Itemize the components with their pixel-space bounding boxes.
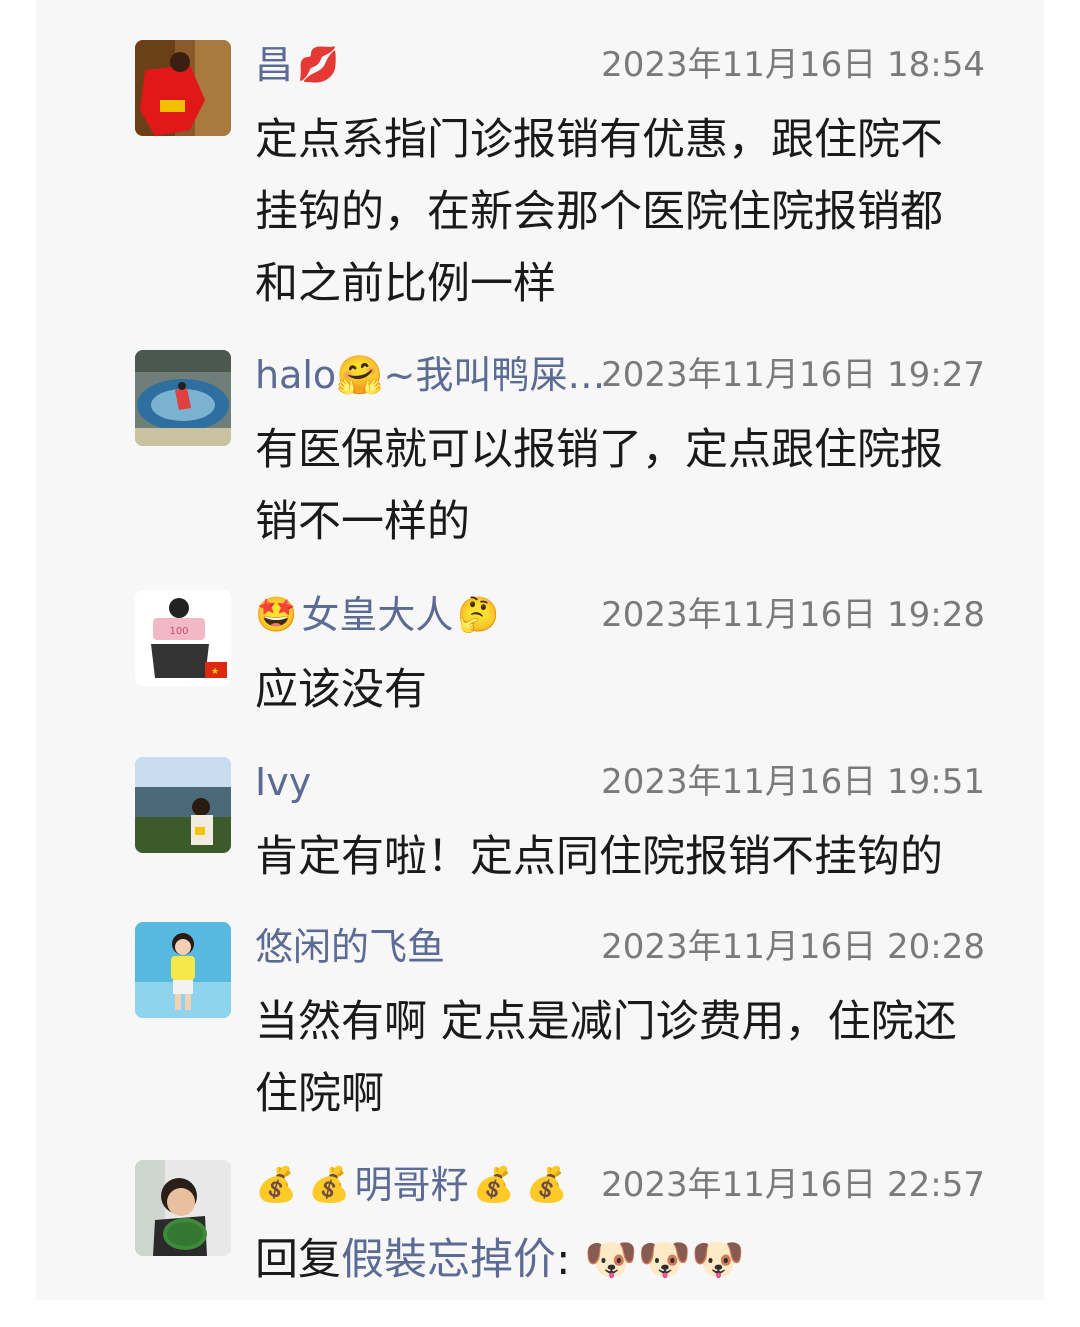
user-name[interactable]: halo🤗~我叫鸭屎…: [255, 350, 605, 400]
money-bag-icon: 💰 💰: [472, 1165, 568, 1205]
comment-item: 💰 💰 明哥籽 💰 💰 2023年11月16日 22:57 回复假裝忘掉价: 🐶…: [135, 1160, 985, 1290]
timestamp: 2023年11月16日 19:27: [601, 355, 985, 395]
doge-icon: 🐶🐶🐶: [584, 1235, 745, 1285]
comment-item: 昌 💋 2023年11月16日 18:54 定点系指门诊报销有优惠，跟住院不挂钩…: [135, 40, 985, 310]
money-bag-icon: 💰 💰: [255, 1165, 351, 1205]
user-name[interactable]: Ivy: [255, 757, 311, 807]
reply-colon: :: [556, 1235, 571, 1285]
user-name[interactable]: 💰 💰 明哥籽 💰 💰: [255, 1160, 568, 1210]
timestamp: 2023年11月16日 22:57: [601, 1165, 985, 1205]
avatar[interactable]: [135, 922, 231, 1018]
avatar[interactable]: [135, 40, 231, 136]
timestamp: 2023年11月16日 18:54: [601, 45, 985, 85]
avatar[interactable]: [135, 1160, 231, 1256]
user-name[interactable]: 🤩 女皇大人 🤔: [255, 590, 500, 640]
avatar[interactable]: [135, 350, 231, 446]
timestamp: 2023年11月16日 20:28: [601, 927, 985, 967]
kiss-icon: 💋: [297, 45, 340, 85]
comment-text: 有医保就可以报销了，定点跟住院报销不一样的: [255, 425, 943, 547]
reply-to-user[interactable]: 假裝忘掉价: [341, 1235, 556, 1285]
reply-prefix: 回复: [255, 1235, 341, 1285]
comment-panel: 昌 💋 2023年11月16日 18:54 定点系指门诊报销有优惠，跟住院不挂钩…: [36, 0, 1044, 1300]
svg-text:★: ★: [211, 667, 219, 677]
comment-item: 100 ★ 🤩 女皇大人 🤔 2023年11月16日 19:28 应该没有: [135, 590, 985, 715]
comment-item: halo🤗~我叫鸭屎… 2023年11月16日 19:27 有医保就可以报销了，…: [135, 350, 985, 550]
comment-text: 定点系指门诊报销有优惠，跟住院不挂钩的，在新会那个医院住院报销都和之前比例一样: [255, 115, 943, 309]
user-name[interactable]: 昌 💋: [255, 40, 339, 90]
star-struck-icon: 🤩: [255, 595, 298, 635]
thinking-face-icon: 🤔: [457, 595, 500, 635]
avatar[interactable]: 100 ★: [135, 590, 231, 686]
comment-item: Ivy 2023年11月16日 19:51 肯定有啦！定点同住院报销不挂钩的: [135, 757, 985, 882]
avatar[interactable]: [135, 757, 231, 853]
timestamp: 2023年11月16日 19:28: [601, 595, 985, 635]
comment-text: 肯定有啦！定点同住院报销不挂钩的: [255, 832, 943, 882]
comment-text: 当然有啊 定点是减门诊费用，住院还住院啊: [255, 997, 957, 1119]
comment-item: 悠闲的飞鱼 2023年11月16日 20:28 当然有啊 定点是减门诊费用，住院…: [135, 922, 985, 1122]
comment-text: 回复假裝忘掉价: 🐶🐶🐶: [255, 1224, 985, 1296]
comment-text: 应该没有: [255, 665, 427, 715]
user-name[interactable]: 悠闲的飞鱼: [255, 922, 445, 972]
svg-text:100: 100: [169, 626, 188, 637]
timestamp: 2023年11月16日 19:51: [601, 762, 985, 802]
